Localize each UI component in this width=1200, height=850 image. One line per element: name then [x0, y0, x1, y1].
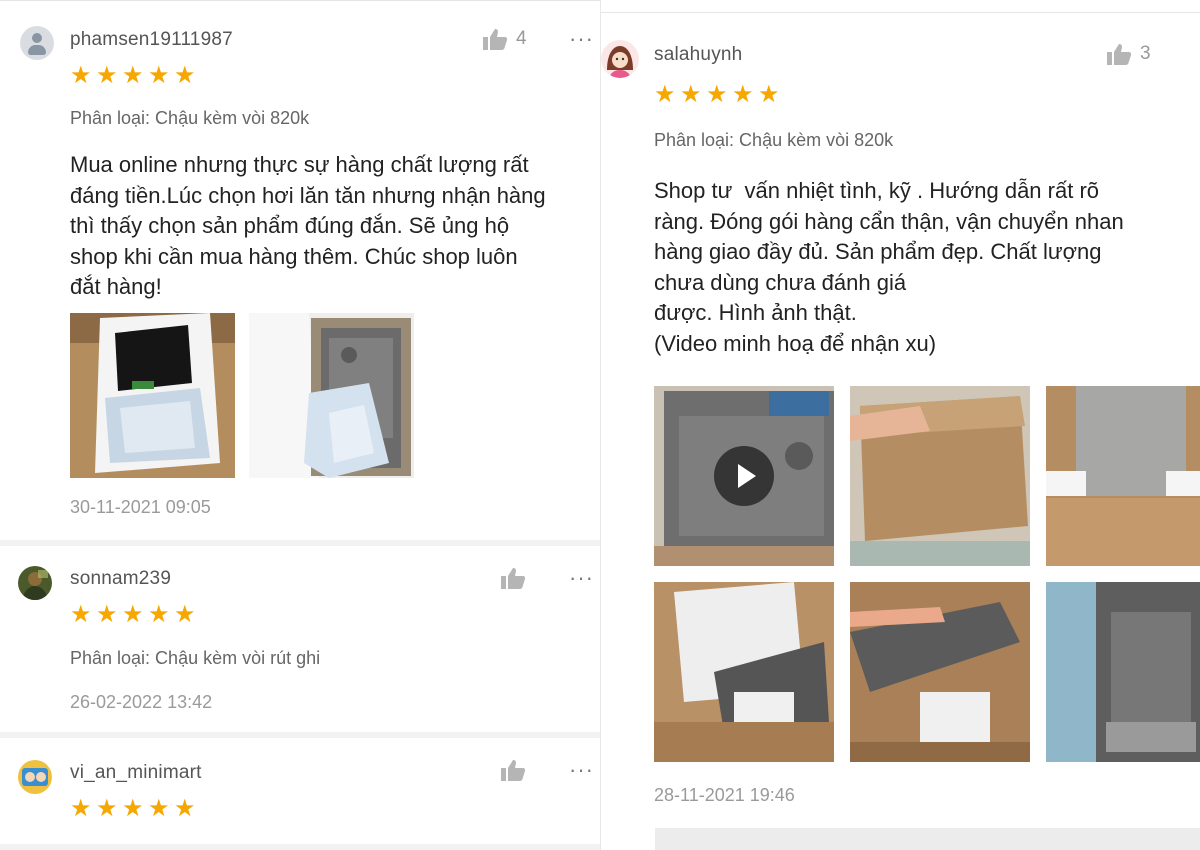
- avatar[interactable]: [601, 40, 639, 78]
- star-icon: ★: [70, 61, 92, 89]
- username[interactable]: salahuynh: [654, 44, 742, 66]
- star-icon: ★: [122, 794, 144, 822]
- like-button[interactable]: [500, 758, 534, 782]
- thumbs-up-icon: [1107, 44, 1132, 65]
- star-icon: ★: [96, 794, 118, 822]
- username[interactable]: sonnam239: [70, 568, 171, 590]
- more-options-icon[interactable]: ···: [569, 567, 594, 589]
- star-icon: ★: [96, 600, 118, 628]
- thumbs-up-icon: [501, 760, 526, 781]
- star-icon: ★: [148, 600, 170, 628]
- thumbs-up-icon: [483, 29, 508, 50]
- username[interactable]: vi_an_minimart: [70, 762, 202, 784]
- review-photo[interactable]: [1046, 386, 1200, 566]
- bottom-placeholder-bar: [655, 828, 1200, 850]
- review-video[interactable]: [654, 386, 834, 566]
- star-icon: ★: [96, 61, 118, 89]
- play-icon[interactable]: [714, 446, 774, 506]
- review-photo[interactable]: [70, 313, 235, 478]
- product-variant: Phân loại: Chậu kèm vòi rút ghi: [70, 648, 321, 668]
- like-count: 3: [1140, 43, 1151, 64]
- right-review-panel: salahuynh 3 ★ ★ ★ ★ ★ Phân loại: Chậu kè…: [600, 0, 1200, 850]
- star-icon: ★: [148, 794, 170, 822]
- avatar[interactable]: [18, 566, 52, 600]
- product-variant: Phân loại: Chậu kèm vòi 820k: [654, 130, 894, 150]
- review-photo[interactable]: [654, 582, 834, 762]
- avatar[interactable]: [20, 26, 54, 60]
- left-review-panel: phamsen19111987 4 ··· ★ ★ ★ ★ ★ Phân loạ…: [0, 0, 600, 850]
- star-icon: ★: [680, 80, 702, 108]
- review-divider: [0, 844, 600, 850]
- like-count: 4: [516, 28, 527, 49]
- review-photo[interactable]: [1046, 582, 1200, 762]
- review-item: sonnam239 ··· ★ ★ ★ ★ ★ Phân loại: Chậu …: [0, 546, 600, 732]
- review-item: vi_an_minimart ··· ★ ★ ★ ★ ★: [0, 738, 600, 850]
- star-icon: ★: [148, 61, 170, 89]
- review-photo[interactable]: [850, 386, 1030, 566]
- like-button[interactable]: 3: [1106, 42, 1151, 66]
- star-icon: ★: [706, 80, 728, 108]
- star-icon: ★: [122, 61, 144, 89]
- rating-stars: ★ ★ ★ ★ ★: [70, 600, 196, 628]
- rating-stars: ★ ★ ★ ★ ★: [654, 80, 780, 108]
- like-button[interactable]: [500, 566, 534, 590]
- like-button[interactable]: 4: [482, 27, 527, 51]
- star-icon: ★: [758, 80, 780, 108]
- star-icon: ★: [732, 80, 754, 108]
- review-item: phamsen19111987 4 ··· ★ ★ ★ ★ ★ Phân loạ…: [0, 0, 600, 540]
- product-variant: Phân loại: Chậu kèm vòi 820k: [70, 108, 310, 128]
- review-comment: Shop tư vấn nhiệt tình, kỹ . Hướng dẫn r…: [654, 178, 1124, 356]
- review-timestamp: 30-11-2021 09:05: [70, 497, 211, 517]
- star-icon: ★: [654, 80, 676, 108]
- star-icon: ★: [174, 794, 196, 822]
- more-options-icon[interactable]: ···: [569, 759, 594, 781]
- username[interactable]: phamsen19111987: [70, 29, 233, 51]
- review-photo[interactable]: [249, 313, 414, 478]
- review-comment: Mua online nhưng thực sự hàng chất lượng…: [70, 152, 546, 299]
- star-icon: ★: [174, 61, 196, 89]
- review-photo[interactable]: [850, 582, 1030, 762]
- thumbs-up-icon: [501, 568, 526, 589]
- avatar[interactable]: [18, 760, 52, 794]
- review-timestamp: 28-11-2021 19:46: [654, 785, 795, 805]
- rating-stars: ★ ★ ★ ★ ★: [70, 794, 196, 822]
- star-icon: ★: [70, 794, 92, 822]
- review-timestamp: 26-02-2022 13:42: [70, 692, 213, 712]
- star-icon: ★: [122, 600, 144, 628]
- review-item: salahuynh 3 ★ ★ ★ ★ ★ Phân loại: Chậu kè…: [601, 0, 1200, 850]
- star-icon: ★: [70, 600, 92, 628]
- more-options-icon[interactable]: ···: [569, 28, 594, 50]
- rating-stars: ★ ★ ★ ★ ★: [70, 61, 196, 89]
- star-icon: ★: [174, 600, 196, 628]
